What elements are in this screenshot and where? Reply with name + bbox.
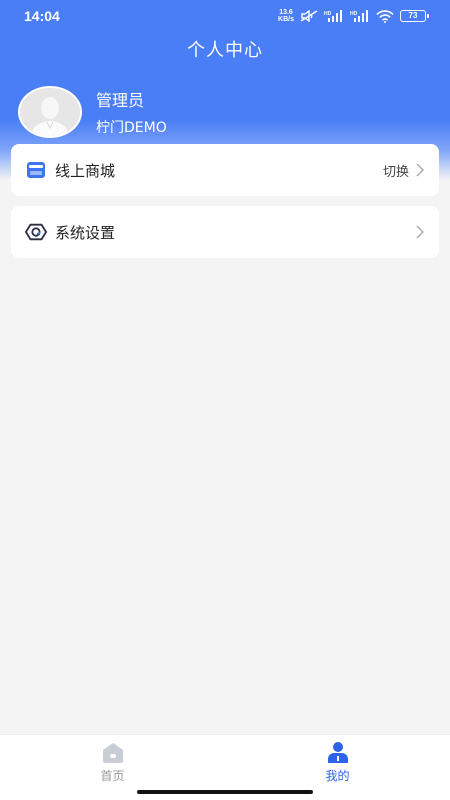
status-icons: 13.6 KB/s HD HD 73 [278,9,429,23]
user-subtitle: 柠门DEMO [96,120,167,136]
home-indicator [137,790,313,794]
user-icon [327,742,348,763]
profile-section[interactable]: 管理员 柠门DEMO [18,86,167,138]
svg-text:HD: HD [324,11,332,17]
menu-item-label: 系统设置 [55,223,116,242]
mute-icon [300,10,318,22]
svg-text:HD: HD [350,11,358,17]
chevron-right-icon [416,163,424,177]
tab-label: 我的 [325,769,350,783]
settings-icon [25,221,47,243]
profile-text: 管理员 柠门DEMO [96,87,167,137]
menu-item-system-settings[interactable]: 系统设置 [11,206,439,258]
user-name: 管理员 [96,91,145,110]
store-icon [25,159,47,181]
battery-icon: 73 [400,10,429,22]
switch-link[interactable]: 切换 [383,161,409,180]
home-icon [102,743,123,763]
status-bar: 14:04 13.6 KB/s HD HD 73 [0,0,450,32]
tab-label: 首页 [100,769,125,783]
menu-item-label: 线上商城 [55,161,116,180]
hd-signal-icon: HD [350,10,368,22]
chevron-right-icon [416,225,424,239]
wifi-icon [376,9,394,23]
page-title: 个人中心 [187,40,263,61]
network-speed: 13.6 KB/s [278,9,294,23]
status-time: 14:04 [24,8,60,24]
menu-item-online-store[interactable]: 线上商城 切换 [11,144,439,196]
user-avatar-icon[interactable] [18,86,82,138]
hd-signal-icon: HD [324,10,342,22]
